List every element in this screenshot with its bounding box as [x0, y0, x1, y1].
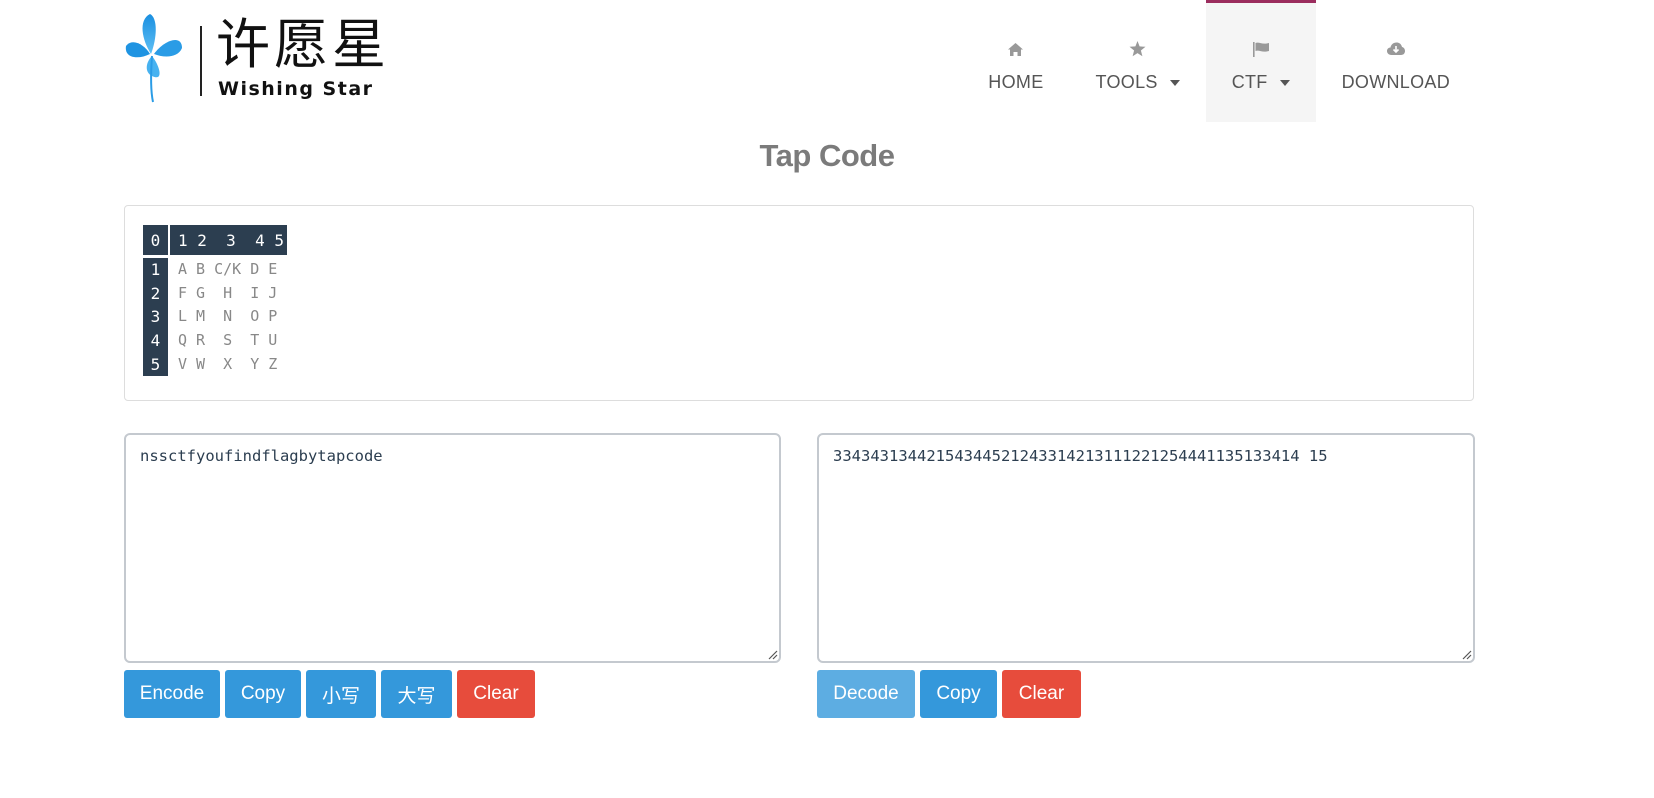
caret-down-icon — [1279, 79, 1290, 86]
nav-label-ctf: CTF — [1231, 72, 1268, 92]
nav-item-home[interactable]: HOME — [962, 0, 1069, 122]
nav-item-tools[interactable]: TOOLS — [1070, 0, 1206, 122]
grid-letter-row: A B C/K D E — [178, 260, 278, 278]
lowercase-button[interactable]: 小写 — [306, 670, 376, 718]
decode-button[interactable]: Decode — [817, 670, 915, 718]
nav-label-download: DOWNLOAD — [1341, 72, 1450, 92]
nav-label-tools: TOOLS — [1095, 72, 1158, 92]
site-logo[interactable]: 许愿星 Wishing Star — [124, 10, 394, 106]
clear-plaintext-button[interactable]: Clear — [457, 670, 535, 718]
grid-letter-row: F G H I J — [178, 283, 278, 302]
grid-row-number: 4 — [150, 331, 161, 351]
encode-button-group: Encode Copy 小写 大写 Clear — [124, 670, 540, 718]
copy-plaintext-button[interactable]: Copy — [225, 670, 301, 718]
logo-divider — [200, 26, 202, 96]
copy-ciphertext-button[interactable]: Copy — [920, 670, 997, 718]
encode-button[interactable]: Encode — [124, 670, 220, 718]
cloud-download-icon — [1386, 40, 1405, 58]
grid-row-number: 3 — [150, 307, 161, 327]
grid-letter-row: V W X Y Z — [178, 354, 278, 373]
tap-code-reference-panel: 0 1 2 3 4 5 1 2 3 4 5 A B C/K D E F G H … — [124, 205, 1474, 401]
logo-chinese-text: 许愿星 — [216, 13, 390, 76]
plaintext-input[interactable] — [124, 433, 781, 663]
nav-item-ctf[interactable]: CTF — [1205, 0, 1316, 122]
grid-row-number: 1 — [150, 260, 161, 279]
grid-row-number: 5 — [150, 354, 161, 374]
nav-label-home: HOME — [988, 72, 1044, 92]
grid-corner-cell: 0 — [143, 225, 168, 255]
nav-item-download[interactable]: DOWNLOAD — [1316, 0, 1476, 122]
ciphertext-input[interactable] — [817, 433, 1475, 663]
grid-row-header: 1 2 3 4 5 — [143, 258, 168, 377]
decode-button-group: Decode Copy Clear — [817, 670, 1086, 718]
caret-down-icon — [1169, 79, 1180, 86]
page-title: Tap Code — [759, 138, 895, 173]
logo-english-text: Wishing Star — [218, 78, 374, 100]
grid-column-header: 1 2 3 4 5 — [170, 225, 287, 255]
grid-letter-rows: A B C/K D E F G H I J L M N O P Q R S T … — [178, 258, 277, 376]
clear-ciphertext-button[interactable]: Clear — [1002, 670, 1081, 718]
main-nav: HOME TOOLS CTF DOWNLOAD — [962, 0, 1476, 122]
home-icon — [1007, 40, 1025, 58]
grid-row-number: 2 — [150, 283, 161, 303]
flag-icon — [1252, 40, 1270, 58]
grid-letter-row: L M N O P — [178, 307, 278, 326]
star-icon — [1129, 40, 1147, 58]
grid-letter-row: Q R S T U — [178, 331, 278, 350]
tap-code-grid: 0 1 2 3 4 5 1 2 3 4 5 A B C/K D E F G H … — [143, 225, 287, 377]
clover-logo-icon — [125, 14, 182, 103]
uppercase-button[interactable]: 大写 — [381, 670, 452, 718]
